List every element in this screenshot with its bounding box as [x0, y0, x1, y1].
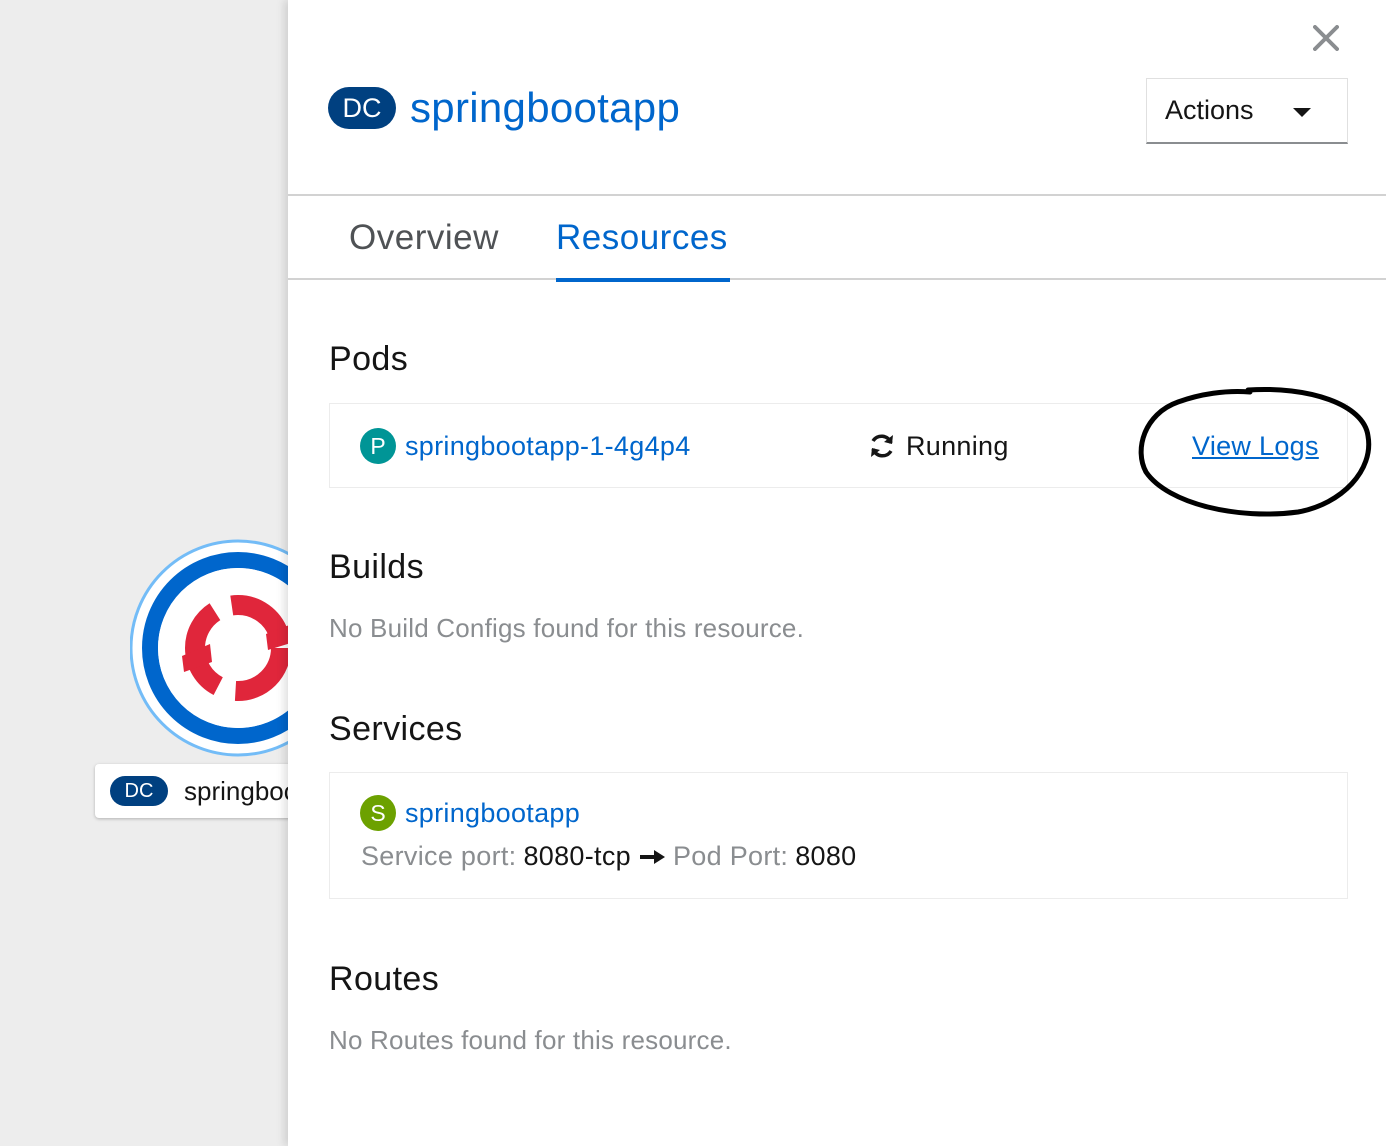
pod-name-link[interactable]: springbootapp-1-4g4p4 [405, 431, 691, 462]
services-heading: Services [329, 710, 463, 748]
actions-label: Actions [1165, 95, 1254, 125]
topology-node[interactable] [130, 538, 288, 758]
dc-badge: DC [328, 87, 396, 129]
routes-empty-message: No Routes found for this resource. [329, 1025, 732, 1055]
topology-node-label[interactable]: DC springbootapp [95, 764, 288, 818]
service-ports: Service port: 8080-tcp Pod Port: 8080 [361, 841, 856, 872]
dc-badge: DC [110, 776, 168, 806]
service-name-link[interactable]: springbootapp [405, 798, 580, 829]
tab-overview[interactable]: Overview [349, 196, 499, 280]
tab-bar: Overview Resources [288, 194, 1386, 282]
pod-status-text: Running [906, 430, 1009, 461]
tab-label: Overview [349, 218, 499, 257]
pod-port-value: 8080 [795, 841, 857, 871]
pod-port-label: Pod Port: [672, 841, 789, 871]
panel-header: DC springbootapp [328, 84, 680, 132]
service-badge: S [360, 795, 396, 831]
view-logs-link[interactable]: View Logs [1192, 428, 1319, 464]
service-list-item: S springbootapp Service port: 8080-tcp P… [329, 772, 1348, 899]
sync-icon [871, 434, 893, 458]
node-name: springbootapp [184, 775, 288, 806]
tab-resources[interactable]: Resources [556, 196, 730, 282]
openshift-node-icon [130, 539, 288, 757]
caret-down-icon [1293, 108, 1311, 117]
close-icon [1313, 25, 1339, 51]
pod-badge: P [360, 428, 396, 464]
tab-label: Resources [556, 218, 728, 257]
active-tab-indicator [556, 278, 730, 282]
service-port-value: 8080-tcp [523, 841, 631, 871]
resource-side-panel: DC springbootapp Actions Overview Resour… [288, 0, 1386, 1146]
topology-canvas[interactable]: DC springbootapp [0, 0, 288, 1146]
actions-dropdown[interactable]: Actions [1146, 78, 1348, 144]
builds-heading: Builds [329, 548, 425, 586]
routes-heading: Routes [329, 960, 440, 998]
pod-status: Running [868, 428, 1009, 464]
page-title[interactable]: springbootapp [410, 84, 680, 132]
service-port-label: Service port: [361, 841, 517, 871]
pods-heading: Pods [329, 340, 409, 378]
builds-empty-message: No Build Configs found for this resource… [329, 613, 804, 643]
pod-list-item: P springbootapp-1-4g4p4 Running View Log… [329, 403, 1348, 488]
close-button[interactable] [1304, 16, 1348, 60]
long-arrow-right-icon [639, 849, 666, 865]
